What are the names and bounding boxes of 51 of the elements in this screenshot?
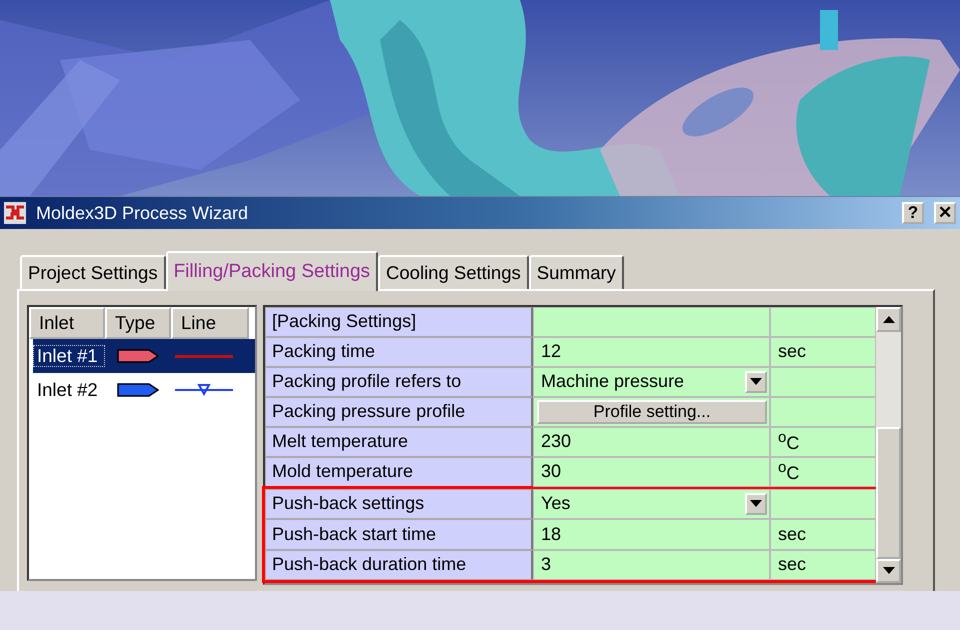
tab[interactable]: Project Settings xyxy=(20,255,166,289)
value-cell[interactable]: 230 xyxy=(533,426,770,457)
column-header[interactable]: Inlet xyxy=(29,307,105,339)
inlet-row[interactable]: Inlet #2 xyxy=(33,373,255,407)
dropdown-button[interactable] xyxy=(745,492,767,515)
dropdown-value: Machine pressure xyxy=(541,371,684,392)
setting-label: Packing time xyxy=(265,336,533,367)
value-cell[interactable]: 12 xyxy=(533,336,770,367)
scroll-down-button[interactable] xyxy=(876,558,901,583)
dropdown-value: Yes xyxy=(541,493,570,514)
down-arrow-icon xyxy=(750,500,762,508)
setting-label: Push-back settings xyxy=(265,488,533,520)
up-arrow-icon xyxy=(882,316,894,323)
setting-label: Packing pressure profile xyxy=(265,396,533,427)
tab[interactable]: Filling/Packing Settings xyxy=(166,251,378,291)
down-arrow-icon xyxy=(882,567,894,574)
setting-label: [Packing Settings] xyxy=(265,307,533,337)
inlet-row[interactable]: Inlet #1 xyxy=(33,339,255,373)
down-arrow-icon xyxy=(750,378,762,386)
scroll-thumb[interactable] xyxy=(876,426,901,558)
tab[interactable]: Cooling Settings xyxy=(378,255,529,289)
dropdown-field[interactable]: Yes xyxy=(533,488,770,520)
setting-label: Melt temperature xyxy=(265,426,533,457)
scrollbar[interactable] xyxy=(876,307,901,583)
window-title: Moldex3D Process Wizard xyxy=(36,202,250,224)
value-cell[interactable]: 18 xyxy=(533,519,770,550)
scroll-up-button[interactable] xyxy=(876,307,901,332)
inlet-name: Inlet #1 xyxy=(33,345,105,367)
dropdown-field[interactable]: Machine pressure xyxy=(533,366,770,397)
unit-cell: $^{o}$C xyxy=(770,456,876,487)
tab[interactable]: Summary xyxy=(528,255,624,289)
value-cell[interactable]: 30 xyxy=(533,456,770,487)
column-header[interactable]: Line xyxy=(171,307,249,339)
setting-label: Push-back start time xyxy=(265,519,533,550)
unit-cell: $^{o}$C xyxy=(770,426,876,457)
dropdown-button[interactable] xyxy=(745,370,767,393)
unit-cell: sec xyxy=(770,550,876,580)
setting-label: Packing profile refers to xyxy=(265,366,533,397)
value-cell[interactable]: 3 xyxy=(533,550,770,580)
app-logo-icon xyxy=(4,202,26,224)
setting-label: Push-back duration time xyxy=(265,550,533,580)
profile-setting-button[interactable]: Profile setting... xyxy=(537,400,767,424)
line-style-icon xyxy=(175,384,233,396)
unit-cell: sec xyxy=(770,519,876,550)
column-header[interactable]: Type xyxy=(105,307,171,339)
inlet-name: Inlet #2 xyxy=(36,379,99,401)
line-style-icon xyxy=(175,354,233,358)
title-bar-button[interactable]: ✕ xyxy=(934,202,956,224)
setting-label: Mold temperature xyxy=(265,456,533,487)
unit-cell: sec xyxy=(770,336,876,367)
title-bar-button[interactable]: ? xyxy=(902,202,924,224)
